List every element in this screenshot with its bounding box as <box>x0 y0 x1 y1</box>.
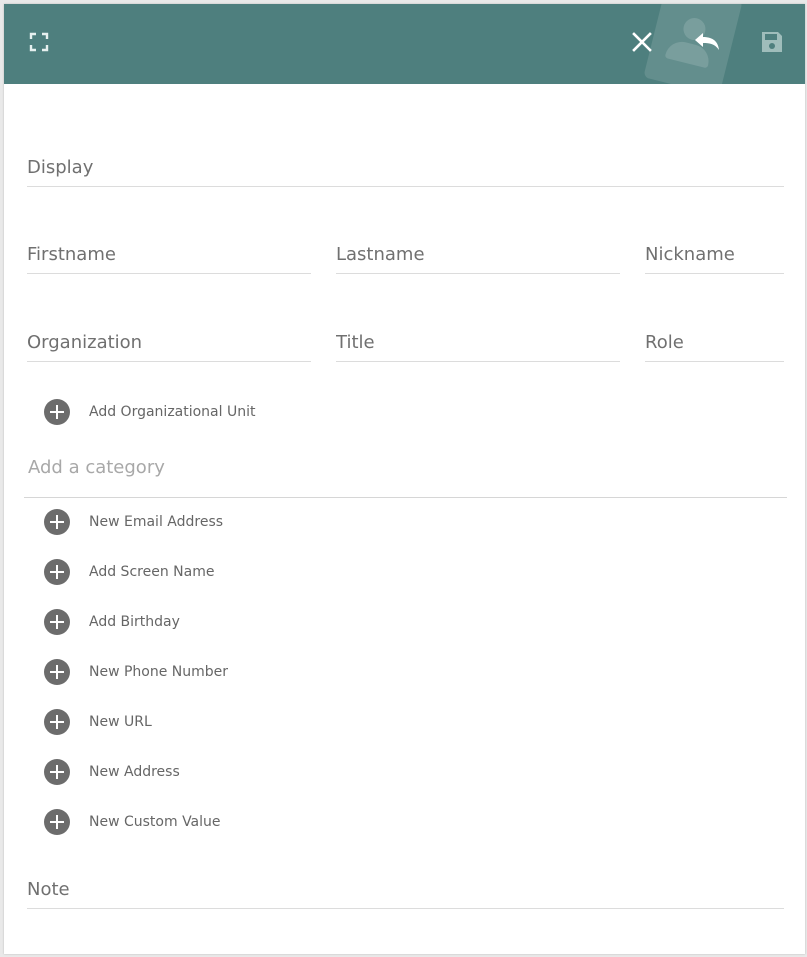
note-input[interactable] <box>27 874 784 904</box>
add-birthday-label: Add Birthday <box>89 614 180 630</box>
fullscreen-icon <box>29 32 49 52</box>
save-button[interactable] <box>756 26 788 58</box>
display-field[interactable] <box>27 152 784 187</box>
display-input[interactable] <box>27 152 784 182</box>
role-input[interactable] <box>645 327 784 357</box>
firstname-input[interactable] <box>27 239 311 269</box>
plus-circle-icon <box>44 399 70 425</box>
undo-icon <box>695 33 719 50</box>
save-icon <box>762 32 782 52</box>
plus-circle-icon <box>44 609 70 635</box>
plus-circle-icon <box>44 559 70 585</box>
title-field[interactable] <box>336 327 620 362</box>
lastname-input[interactable] <box>336 239 620 269</box>
fullscreen-button[interactable] <box>23 26 55 58</box>
new-address-button[interactable]: New Address <box>44 759 180 785</box>
new-email-address-label: New Email Address <box>89 514 224 530</box>
category-field[interactable] <box>24 452 787 498</box>
add-organizational-unit-label: Add Organizational Unit <box>89 404 256 420</box>
add-screen-name-button[interactable]: Add Screen Name <box>44 559 214 585</box>
plus-circle-icon <box>44 509 70 535</box>
new-url-button[interactable]: New URL <box>44 709 152 735</box>
add-organizational-unit-button[interactable]: Add Organizational Unit <box>44 399 255 425</box>
plus-circle-icon <box>44 709 70 735</box>
add-screen-name-label: Add Screen Name <box>89 564 215 580</box>
category-input[interactable] <box>28 452 768 482</box>
lastname-field[interactable] <box>336 239 620 274</box>
organization-field[interactable] <box>27 327 311 362</box>
new-custom-value-label: New Custom Value <box>89 814 221 830</box>
close-button[interactable] <box>626 26 658 58</box>
header-bar <box>4 4 805 84</box>
title-input[interactable] <box>336 327 620 357</box>
new-custom-value-button[interactable]: New Custom Value <box>44 809 221 835</box>
role-field[interactable] <box>645 327 784 362</box>
plus-circle-icon <box>44 759 70 785</box>
nickname-input[interactable] <box>645 239 784 269</box>
contact-edit-panel: Add Organizational Unit New Email Addres… <box>4 4 805 954</box>
new-address-label: New Address <box>89 764 180 780</box>
new-url-label: New URL <box>89 714 152 730</box>
organization-input[interactable] <box>27 327 311 357</box>
new-email-address-button[interactable]: New Email Address <box>44 509 223 535</box>
firstname-field[interactable] <box>27 239 311 274</box>
add-birthday-button[interactable]: Add Birthday <box>44 609 180 635</box>
undo-button[interactable] <box>691 26 723 58</box>
new-phone-number-button[interactable]: New Phone Number <box>44 659 228 685</box>
note-field[interactable] <box>27 874 784 909</box>
new-phone-number-label: New Phone Number <box>89 664 229 680</box>
nickname-field[interactable] <box>645 239 784 274</box>
close-icon <box>632 32 652 52</box>
plus-circle-icon <box>44 809 70 835</box>
plus-circle-icon <box>44 659 70 685</box>
